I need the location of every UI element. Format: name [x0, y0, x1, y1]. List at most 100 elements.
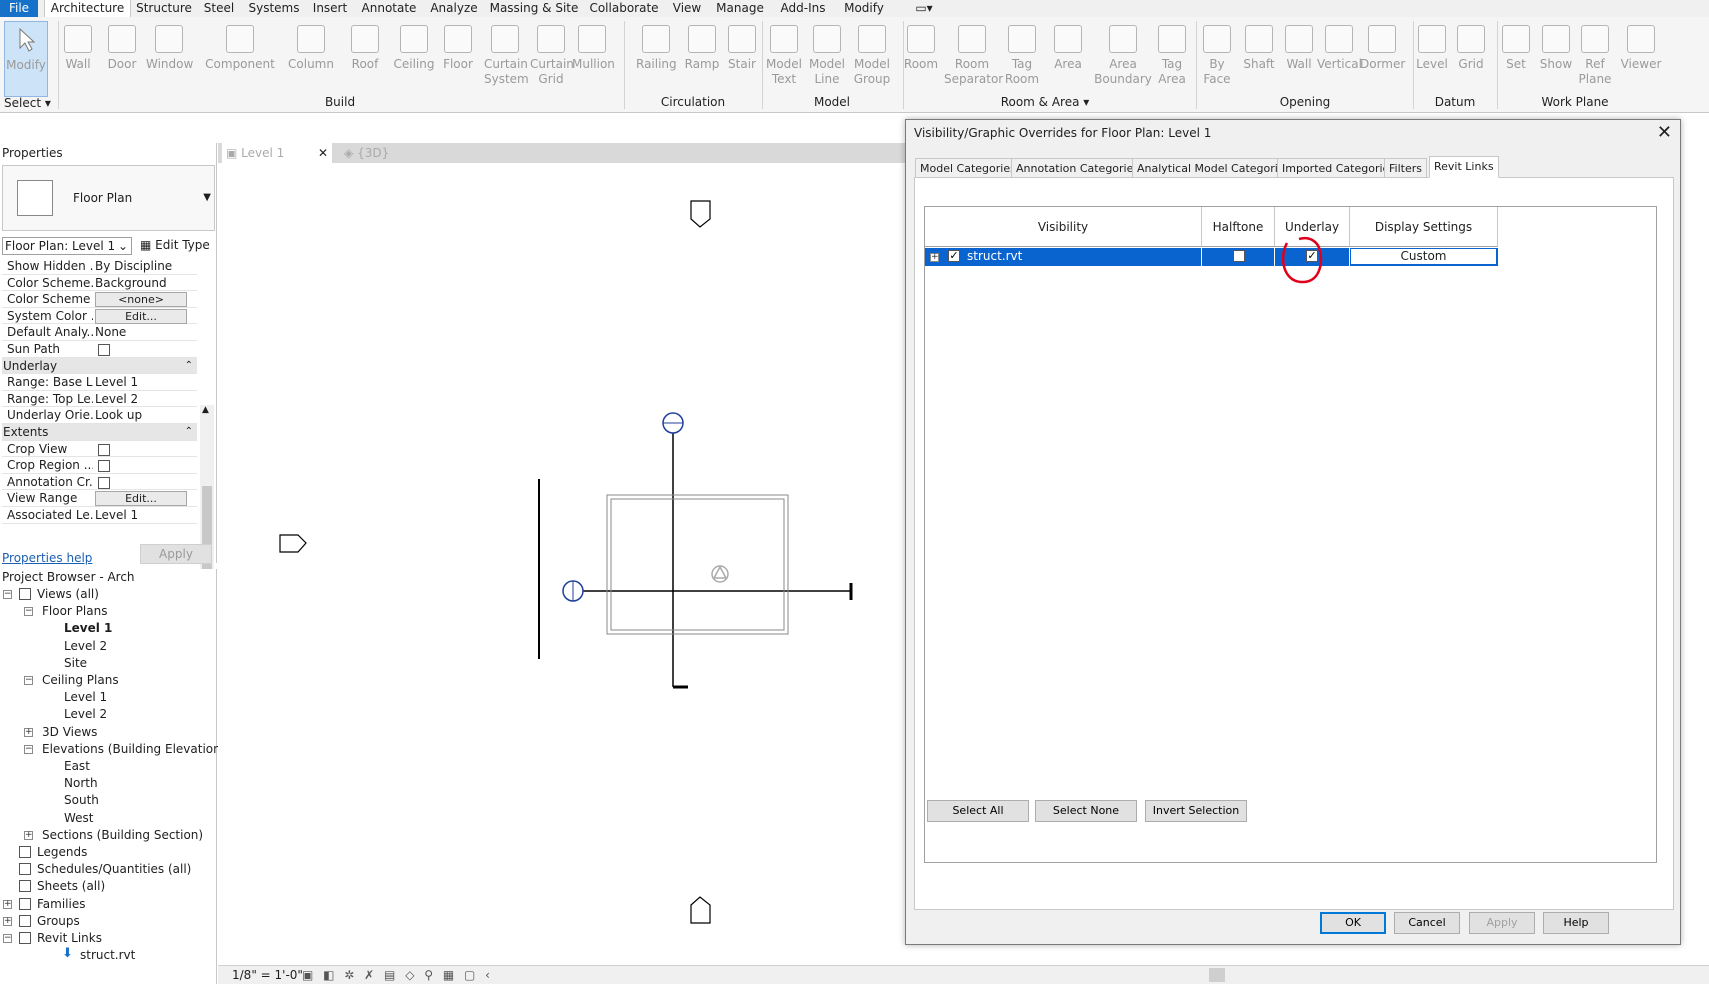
tab-modify[interactable]: Modify: [838, 0, 890, 17]
property-row[interactable]: Crop Region ...: [2, 457, 197, 474]
tab-annotation-categories[interactable]: Annotation Categories: [1011, 158, 1145, 178]
browser-node[interactable]: 3D Views: [42, 724, 97, 741]
ref-plane-button[interactable]: Ref Plane: [1577, 21, 1613, 97]
elevation-marker-south[interactable]: [690, 896, 711, 924]
browser-node[interactable]: Revit Links: [37, 930, 102, 947]
elevation-marker-west[interactable]: [279, 534, 307, 553]
tab-filters[interactable]: Filters: [1384, 158, 1427, 178]
browser-node[interactable]: Site: [64, 655, 87, 672]
column-button[interactable]: Column: [287, 21, 335, 97]
modify-button[interactable]: Modify: [4, 21, 48, 97]
properties-apply-button[interactable]: Apply: [140, 544, 212, 564]
view-control-icons[interactable]: ▣ ◧ ✲ ✗ ▤ ◇ ⚲ ▦ ▢ ‹: [302, 966, 493, 984]
panel-room-area[interactable]: Room & Area ▾: [1000, 95, 1090, 109]
model-line-button[interactable]: Model Line: [808, 21, 846, 97]
property-checkbox[interactable]: [98, 443, 110, 456]
property-button[interactable]: <none>: [95, 292, 187, 308]
grid-line-horizontal[interactable]: [562, 580, 853, 602]
scroll-thumb[interactable]: [202, 486, 212, 581]
mullion-button[interactable]: Mullion: [572, 21, 615, 97]
tab-massing-site[interactable]: Massing & Site: [488, 0, 580, 17]
browser-node[interactable]: struct.rvt: [80, 947, 135, 964]
property-value[interactable]: Background: [95, 275, 195, 291]
browser-node[interactable]: Floor Plans: [42, 603, 107, 620]
tab-annotate[interactable]: Annotate: [358, 0, 420, 17]
model-group-button[interactable]: Model Group: [850, 21, 894, 97]
tab-steel[interactable]: Steel: [198, 0, 240, 17]
browser-node[interactable]: Sheets (all): [37, 878, 105, 895]
tab-structure[interactable]: Structure: [135, 0, 193, 17]
collapse-icon[interactable]: −: [24, 607, 33, 617]
tab-collaborate[interactable]: Collaborate: [586, 0, 662, 17]
property-value[interactable]: By Discipline: [95, 258, 195, 274]
drawing-canvas[interactable]: [218, 163, 910, 965]
visibility-checkbox[interactable]: ✓: [948, 250, 960, 262]
view-tab-3d[interactable]: ◈ {3D}: [340, 143, 410, 163]
property-group[interactable]: Extents ⌃: [2, 424, 197, 441]
property-row[interactable]: Color Scheme... Background: [2, 275, 197, 292]
area-boundary-button[interactable]: Area Boundary: [1094, 21, 1152, 97]
window-button[interactable]: Window: [146, 21, 193, 97]
browser-node[interactable]: West: [64, 810, 94, 827]
halftone-checkbox[interactable]: [1233, 250, 1245, 262]
browser-node[interactable]: Level 1: [64, 620, 112, 637]
tab-imported-categories[interactable]: Imported Categories: [1277, 158, 1401, 178]
tab-revit-links[interactable]: Revit Links: [1429, 156, 1499, 178]
browser-node[interactable]: Groups: [37, 913, 80, 930]
help-button[interactable]: Help: [1543, 912, 1609, 934]
collapse-icon[interactable]: ⌃: [185, 358, 193, 374]
column-halftone[interactable]: Halftone: [1202, 207, 1275, 247]
property-checkbox[interactable]: [98, 460, 110, 473]
viewer-button[interactable]: Viewer: [1619, 21, 1663, 97]
property-row[interactable]: Show Hidden ... By Discipline: [2, 258, 197, 275]
properties-help-link[interactable]: Properties help: [2, 551, 92, 565]
property-button[interactable]: Edit...: [95, 491, 187, 507]
stair-button[interactable]: Stair: [724, 21, 760, 97]
close-icon[interactable]: ✕: [1657, 122, 1672, 143]
property-row[interactable]: Sun Path: [2, 341, 197, 358]
tab-analytical-model-categories[interactable]: Analytical Model Categories: [1132, 158, 1296, 178]
grid-button[interactable]: Grid: [1453, 21, 1489, 97]
room-button[interactable]: Room: [900, 21, 942, 97]
visibility-cell[interactable]: + ✓ struct.rvt: [925, 248, 1202, 266]
close-icon[interactable]: ✕: [318, 143, 328, 163]
browser-node[interactable]: South: [64, 792, 99, 809]
tab-file[interactable]: File: [0, 0, 38, 17]
browser-node[interactable]: East: [64, 758, 90, 775]
expand-icon[interactable]: +: [3, 899, 12, 909]
tab-insert[interactable]: Insert: [308, 0, 352, 17]
expand-icon[interactable]: +: [930, 253, 939, 262]
property-row[interactable]: Associated Le... Level 1: [2, 507, 197, 524]
tab-architecture[interactable]: Architecture: [44, 0, 131, 17]
instance-selector[interactable]: Floor Plan: Level 1 ⌄: [2, 237, 132, 255]
property-value[interactable]: Level 2: [95, 391, 195, 407]
wall-button[interactable]: Wall: [1281, 21, 1317, 97]
select-dropdown[interactable]: Select ▾: [4, 96, 51, 110]
browser-node[interactable]: North: [64, 775, 98, 792]
room-separator-button[interactable]: Room Separator: [944, 21, 1003, 97]
browser-node[interactable]: Families: [37, 896, 85, 913]
tab-manage[interactable]: Manage: [712, 0, 768, 17]
column-display-settings[interactable]: Display Settings: [1350, 207, 1498, 247]
property-button[interactable]: Edit...: [95, 308, 187, 324]
browser-node[interactable]: Legends: [37, 844, 87, 861]
contextual-tab-icon[interactable]: ▭▾: [908, 0, 940, 17]
tab-model-categories[interactable]: Model Categories: [915, 158, 1021, 178]
scroll-up-icon[interactable]: ▲: [202, 405, 209, 415]
expand-icon[interactable]: +: [24, 830, 33, 840]
expand-icon[interactable]: +: [24, 727, 33, 737]
linked-model-outline[interactable]: [606, 494, 789, 635]
browser-node[interactable]: Level 2: [64, 638, 107, 655]
property-row[interactable]: Crop View: [2, 441, 197, 458]
type-selector[interactable]: Floor Plan ▼: [2, 165, 215, 231]
collapse-icon[interactable]: ⌃: [185, 424, 193, 440]
select-none-button[interactable]: Select None: [1035, 800, 1137, 822]
tab-view[interactable]: View: [668, 0, 706, 17]
area-button[interactable]: Area: [1048, 21, 1088, 97]
shaft-button[interactable]: Shaft: [1237, 21, 1281, 97]
expand-icon[interactable]: +: [3, 916, 12, 926]
property-row[interactable]: System Color ... Edit...: [2, 308, 197, 325]
scale-selector[interactable]: 1/8" = 1'-0": [232, 966, 303, 984]
ok-button[interactable]: OK: [1320, 912, 1386, 934]
cancel-button[interactable]: Cancel: [1394, 912, 1460, 934]
